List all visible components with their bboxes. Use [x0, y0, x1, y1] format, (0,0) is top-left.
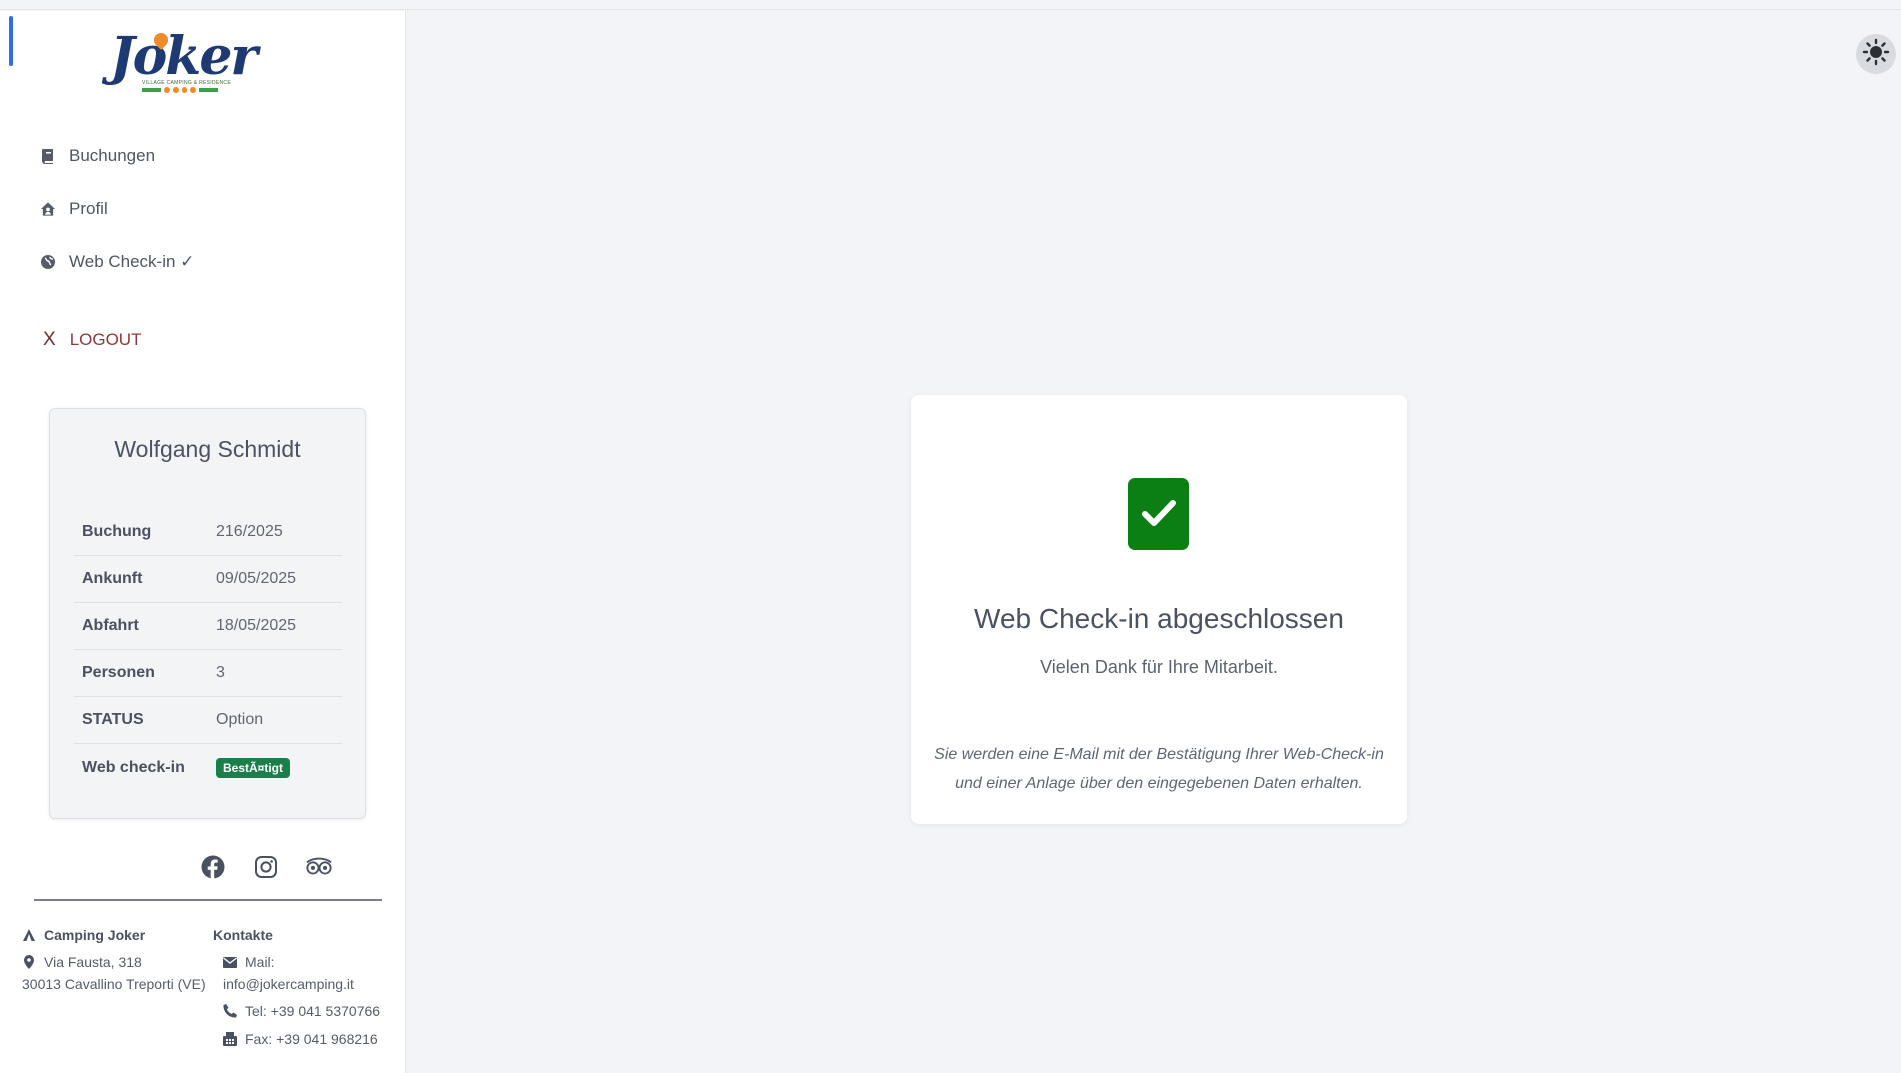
main-nav: Buchungen Profil Web Check-in ✓ — [40, 129, 194, 288]
envelope-icon — [223, 955, 237, 969]
nav-item-buchungen[interactable]: Buchungen — [40, 129, 194, 182]
row-label: STATUS — [82, 711, 144, 728]
sidebar: Joker VILLAGE CAMPING & RESIDENCE Buchun… — [0, 11, 406, 1073]
nav-item-label: Buchungen — [69, 145, 156, 165]
address-line1: Via Fausta, 318 — [44, 954, 142, 970]
table-row: STATUS Option — [74, 697, 342, 744]
table-row: Abfahrt 18/05/2025 — [74, 603, 342, 650]
company-title: Camping Joker — [22, 924, 212, 946]
address-line: 30013 Cavallino Treporti (VE) — [22, 973, 212, 995]
address-line: Via Fausta, 318 — [22, 951, 212, 973]
table-row: Web check-in BestÃ¤tigt — [74, 744, 342, 791]
confirmation-note: Sie werden eine E-Mail mit der Bestätigu… — [934, 746, 1384, 792]
row-value: Option — [216, 711, 264, 728]
fax-icon — [223, 1032, 237, 1046]
logo[interactable]: Joker VILLAGE CAMPING & RESIDENCE — [110, 27, 258, 99]
phone-icon — [223, 1004, 237, 1018]
row-value: 09/05/2025 — [216, 570, 297, 587]
row-label: Web check-in — [82, 758, 185, 776]
table-row: Personen 3 — [74, 650, 342, 697]
mail-line: Mail: — [213, 951, 403, 973]
table-row: Ankunft 09/05/2025 — [74, 556, 342, 603]
facebook-icon[interactable] — [199, 853, 227, 881]
nav-item-label: Profil — [69, 198, 108, 218]
logo-text: Joker — [110, 26, 258, 87]
globe-icon — [40, 254, 56, 270]
logout-button[interactable]: X LOGOUT — [43, 329, 141, 351]
contact-info: Kontakte Mail: info@jokercamping.it Tel:… — [213, 924, 403, 1050]
close-icon: X — [43, 329, 56, 350]
social-links — [199, 853, 333, 881]
tripadvisor-icon[interactable] — [305, 853, 333, 881]
row-label: Buchung — [82, 523, 152, 540]
logo-stripe — [142, 86, 218, 93]
mail-label: Mail: — [245, 954, 275, 970]
book-icon — [40, 148, 56, 164]
row-label: Personen — [82, 664, 155, 681]
home-user-icon — [40, 201, 56, 217]
instagram-icon[interactable] — [252, 853, 280, 881]
table-row: Buchung 216/2025 — [74, 509, 342, 556]
row-value: 3 — [216, 664, 225, 681]
logout-label: LOGOUT — [69, 330, 142, 349]
row-value: BestÃ¤tigt — [216, 757, 291, 778]
sun-icon — [1862, 38, 1890, 71]
sidebar-active-indicator — [9, 16, 13, 66]
mail-link[interactable]: info@jokercamping.it — [223, 973, 354, 995]
row-label: Abfahrt — [82, 617, 139, 634]
guest-name: Wolfgang Schmidt — [114, 436, 301, 462]
company-name: Camping Joker — [44, 927, 146, 943]
row-label: Ankunft — [82, 570, 143, 587]
status-badge: BestÃ¤tigt — [216, 757, 291, 778]
phone-number[interactable]: Tel: +39 041 5370766 — [245, 1000, 380, 1022]
nav-item-web-check-in[interactable]: Web Check-in ✓ — [40, 235, 194, 288]
nav-item-label: Web Check-in ✓ — [69, 251, 195, 271]
map-pin-icon — [22, 955, 36, 969]
success-checkbox-icon — [1128, 478, 1189, 550]
mail-value-line: info@jokercamping.it — [213, 973, 403, 995]
guest-details-table: Buchung 216/2025 Ankunft 09/05/2025 Abfa… — [74, 509, 342, 791]
camping-tent-icon — [22, 928, 36, 942]
company-info: Camping Joker Via Fausta, 318 30013 Cava… — [22, 924, 212, 995]
fax-line: Fax: +39 041 968216 — [213, 1028, 403, 1050]
page-title: Web Check-in abgeschlossen — [974, 603, 1344, 634]
footer-divider — [34, 899, 382, 901]
top-border — [0, 0, 1901, 10]
logo-subtext: VILLAGE CAMPING & RESIDENCE — [142, 80, 231, 86]
fax-number: Fax: +39 041 968216 — [245, 1031, 378, 1047]
theme-toggle-button[interactable] — [1856, 34, 1896, 74]
contacts-title: Kontakte — [213, 927, 273, 943]
nav-item-profil[interactable]: Profil — [40, 182, 194, 235]
guest-info-card: Wolfgang Schmidt Buchung 216/2025 Ankunf… — [49, 408, 366, 819]
row-value: 18/05/2025 — [216, 617, 297, 634]
tel-line: Tel: +39 041 5370766 — [213, 1000, 403, 1022]
checkin-complete-card: Web Check-in abgeschlossen Vielen Dank f… — [911, 395, 1407, 824]
address-line2: 30013 Cavallino Treporti (VE) — [22, 976, 206, 992]
thank-you-text: Vielen Dank für Ihre Mitarbeit. — [1040, 657, 1278, 677]
row-value: 216/2025 — [216, 523, 283, 540]
